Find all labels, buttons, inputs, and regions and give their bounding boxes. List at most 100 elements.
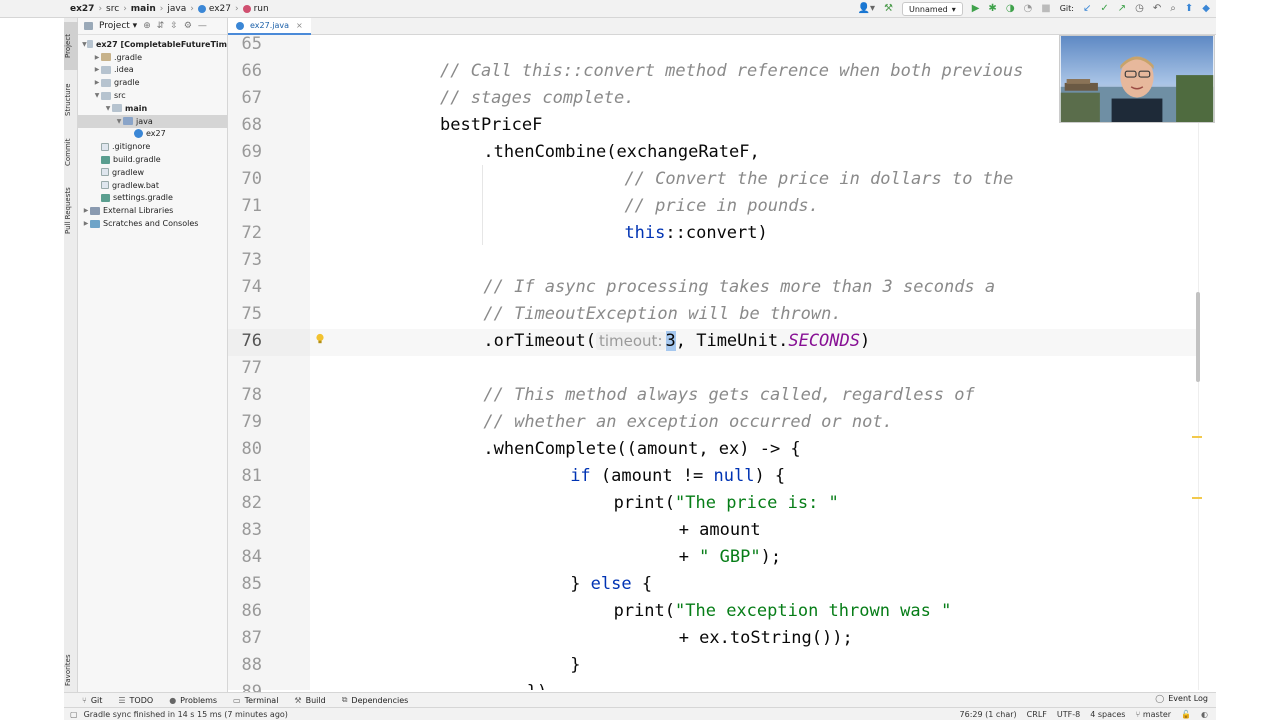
collapse-all-icon[interactable]: ⇵ <box>157 21 165 31</box>
expand-icon[interactable]: ⇳ <box>170 21 178 31</box>
close-icon[interactable]: × <box>296 21 303 30</box>
terminal-icon: ▭ <box>233 695 241 705</box>
breadcrumb-java[interactable]: java <box>167 4 186 14</box>
event-log-icon: ◯ <box>1155 694 1165 703</box>
tab-problems[interactable]: ● Problems <box>169 696 217 705</box>
tree-item[interactable]: ▶ External Libraries <box>78 204 227 217</box>
warning-marker[interactable] <box>1192 436 1202 438</box>
tab-ex27-java[interactable]: ex27.java × <box>228 18 311 35</box>
memory-indicator-icon[interactable]: ◐ <box>1201 710 1208 719</box>
tree-item[interactable]: ▶ .gradle <box>78 51 227 64</box>
chevron-down-icon[interactable]: ▼ <box>93 92 101 99</box>
navigation-bar: ex27 › src › main › java › ex27 › run 👤▾… <box>0 0 1216 18</box>
lock-icon[interactable]: 🔓 <box>1181 710 1191 719</box>
coverage-icon[interactable]: ◑ <box>1006 0 1015 18</box>
file-encoding[interactable]: UTF-8 <box>1057 710 1080 719</box>
locate-icon[interactable]: ⊕ <box>143 21 151 31</box>
breadcrumb-separator: › <box>159 3 164 14</box>
breadcrumb-main[interactable]: main <box>131 4 156 14</box>
status-message[interactable]: Gradle sync finished in 14 s 15 ms (7 mi… <box>84 710 288 719</box>
search-everywhere-icon[interactable]: ⌕ <box>1170 0 1176 18</box>
user-icon[interactable]: 👤▾ <box>858 0 875 18</box>
status-window-icon[interactable]: ▢ <box>70 710 78 719</box>
code-editor[interactable]: // Call this::convert method reference w… <box>310 35 1198 690</box>
tree-item[interactable]: .gitignore <box>78 140 227 153</box>
tree-item[interactable]: build.gradle <box>78 153 227 166</box>
editor-scrollbar[interactable] <box>1198 35 1216 690</box>
tree-item[interactable]: ▼ main <box>78 102 227 115</box>
event-log-button[interactable]: ◯ Event Log <box>1155 694 1208 703</box>
tree-item[interactable]: ▼ ex27 [CompletableFutureTim <box>78 38 227 51</box>
project-view-select[interactable]: Project ▾ <box>99 21 137 31</box>
indent-setting[interactable]: 4 spaces <box>1090 710 1125 719</box>
code-comment: // If async processing takes more than 3… <box>483 277 996 297</box>
tree-item[interactable]: ▼ src <box>78 89 227 102</box>
line-number: 70 <box>241 169 262 189</box>
chevron-down-icon[interactable]: ▼ <box>104 105 112 112</box>
scrollbar-thumb[interactable] <box>1196 292 1200 382</box>
tab-structure[interactable]: Structure <box>64 74 78 126</box>
tab-commit[interactable]: Commit <box>64 130 78 174</box>
gear-icon[interactable]: ⚙ <box>184 21 192 31</box>
tree-item[interactable]: ▶ .idea <box>78 64 227 77</box>
line-number: 68 <box>241 115 262 135</box>
tree-item[interactable]: settings.gradle <box>78 192 227 205</box>
tree-item-label: main <box>125 103 148 113</box>
tab-favorites[interactable]: Favorites <box>64 646 78 694</box>
caret-position[interactable]: 76:29 (1 char) <box>960 710 1017 719</box>
profile-icon[interactable]: ◔ <box>1024 0 1033 18</box>
git-push-icon[interactable]: ↗ <box>1118 0 1126 18</box>
tree-item[interactable]: gradlew <box>78 166 227 179</box>
chevron-down-icon[interactable]: ▼ <box>115 118 123 125</box>
chevron-right-icon[interactable]: ▶ <box>82 220 90 227</box>
project-view-icon <box>84 22 93 30</box>
tab-todo[interactable]: ☰ TODO <box>118 696 153 705</box>
tab-dependencies[interactable]: ⧉ Dependencies <box>342 695 409 705</box>
stop-icon[interactable]: ■ <box>1041 0 1050 18</box>
code-line: // stages complete. <box>440 88 634 108</box>
chevron-right-icon[interactable]: ▶ <box>93 66 101 73</box>
line-number: 84 <box>241 547 262 567</box>
build-hammer-icon[interactable]: ⚒ <box>884 0 893 18</box>
plugins-icon[interactable]: ◆ <box>1202 0 1210 18</box>
editor-gutter[interactable]: 65 66 67 68 69 70 71 72 73 74 75 76 77 78 79 80 81 82 83 84… <box>228 34 310 702</box>
warning-marker[interactable] <box>1192 497 1202 499</box>
tree-item[interactable]: ▶ Scratches and Consoles <box>78 217 227 230</box>
tree-item[interactable]: gradlew.bat <box>78 179 227 192</box>
chevron-right-icon[interactable]: ▶ <box>93 54 101 61</box>
update-icon[interactable]: ⬆ <box>1185 0 1193 18</box>
lightbulb-icon[interactable] <box>315 333 325 345</box>
rollback-icon[interactable]: ↶ <box>1153 0 1161 18</box>
tree-item[interactable]: ▼ java <box>78 114 227 128</box>
breadcrumb-class[interactable]: ex27 <box>197 4 231 14</box>
code-token: .orTimeout( <box>483 331 596 351</box>
chevron-right-icon[interactable]: ▶ <box>82 207 90 214</box>
line-separator[interactable]: CRLF <box>1027 710 1047 719</box>
code-keyword: null <box>713 466 755 486</box>
tab-build[interactable]: ⚒ Build <box>294 696 325 705</box>
run-icon[interactable]: ▶ <box>972 0 980 18</box>
code-token: { <box>631 574 653 594</box>
debug-icon[interactable]: ✱ <box>988 0 996 18</box>
breadcrumb-method[interactable]: run <box>242 4 269 14</box>
chevron-right-icon[interactable]: ▶ <box>93 79 101 86</box>
breadcrumb-project[interactable]: ex27 <box>70 4 94 14</box>
breadcrumb-separator: › <box>190 3 194 14</box>
tab-git[interactable]: ⑂ Git <box>82 696 102 705</box>
scratch-icon <box>90 219 100 228</box>
git-branch[interactable]: ⑂ master <box>1135 710 1171 719</box>
tab-terminal[interactable]: ▭ Terminal <box>233 696 278 705</box>
breadcrumb-src[interactable]: src <box>106 4 119 14</box>
tree-item[interactable]: ex27 <box>78 128 227 141</box>
git-commit-icon[interactable]: ✓ <box>1100 0 1108 18</box>
code-line: print("The price is: " <box>614 493 839 513</box>
history-icon[interactable]: ◷ <box>1135 0 1144 18</box>
git-update-icon[interactable]: ↙ <box>1083 0 1091 18</box>
tree-item[interactable]: ▶ gradle <box>78 76 227 89</box>
tab-project[interactable]: Project <box>64 22 78 70</box>
project-tree: ▼ ex27 [CompletableFutureTim ▶ .gradle ▶ .ide… <box>78 35 227 230</box>
run-configuration-select[interactable]: Unnamed ▾ <box>902 2 963 16</box>
code-token: bestPriceF <box>440 115 543 135</box>
hide-icon[interactable]: — <box>198 21 207 31</box>
tab-pull-requests[interactable]: Pull Requests <box>64 178 78 244</box>
